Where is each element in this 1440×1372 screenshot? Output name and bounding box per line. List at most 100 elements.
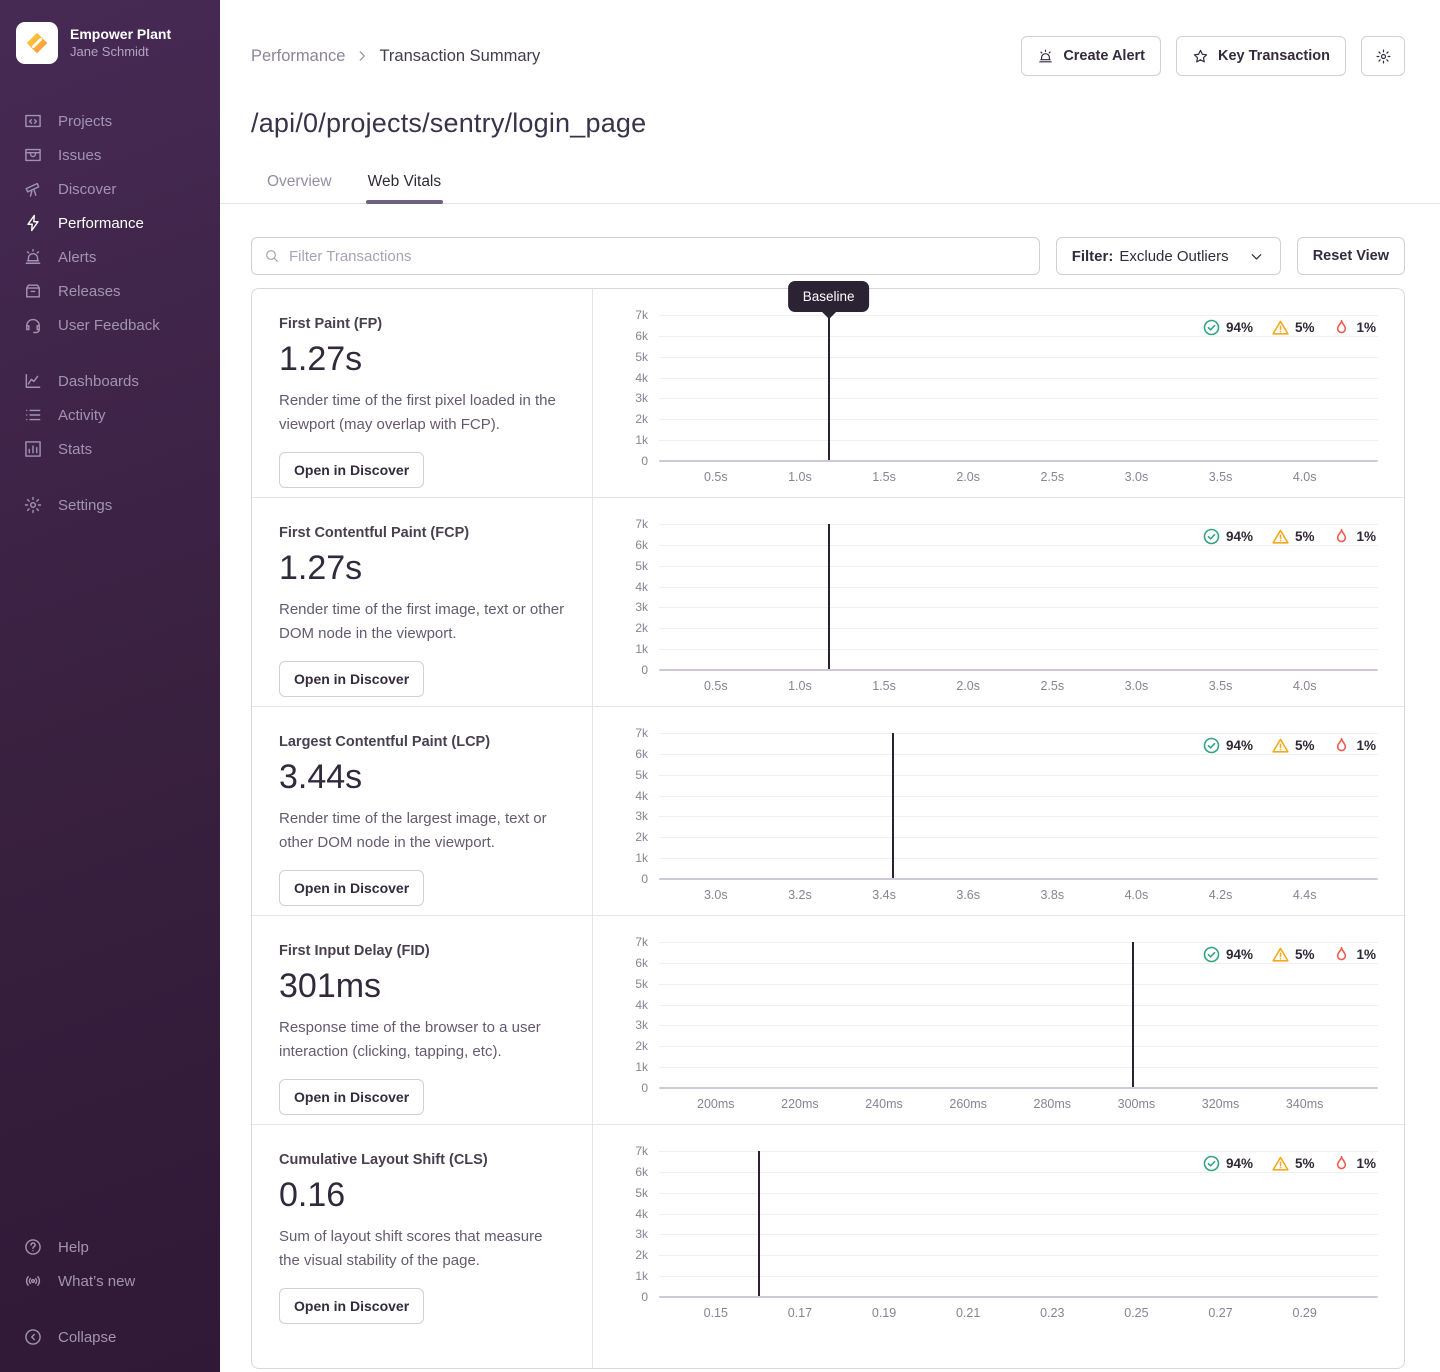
vital-name: First Input Delay (FID) <box>279 943 566 959</box>
flame-icon <box>1333 1155 1350 1172</box>
poor-rating: 1% <box>1333 319 1376 336</box>
sidebar-item-help[interactable]: Help <box>0 1230 220 1264</box>
vital-rating-legend: 94% 5% 1% <box>1203 528 1376 545</box>
histogram-bars <box>1007 942 1323 1088</box>
search-icon <box>264 248 280 264</box>
settings-icon <box>23 495 43 515</box>
x-axis-labels: 3.0s3.2s3.4s3.6s3.8s4.0s4.2s4.4s <box>659 879 1378 909</box>
vital-chart: 94% 5% 1% 7k6k5k4k3k2k1k0 Baseline <box>593 707 1404 915</box>
vital-info: Largest Contentful Paint (LCP) 3.44s Ren… <box>252 707 593 915</box>
sidebar-item-stats[interactable]: Stats <box>0 432 220 466</box>
x-axis-labels: 0.5s1.0s1.5s2.0s2.5s3.0s3.5s4.0s <box>659 461 1378 491</box>
alerts-icon <box>23 247 43 267</box>
issues-icon <box>23 145 43 165</box>
meh-rating: 5% <box>1272 946 1315 963</box>
search-input[interactable] <box>289 248 1027 265</box>
sidebar-nav-footer: Help What’s new <box>0 1230 220 1298</box>
vital-description: Response time of the browser to a user i… <box>279 1016 566 1064</box>
sidebar-item-alerts[interactable]: Alerts <box>0 240 220 274</box>
warning-triangle-icon <box>1272 737 1289 754</box>
poor-rating: 1% <box>1333 946 1376 963</box>
gear-icon <box>1375 48 1392 65</box>
activity-icon <box>23 405 43 425</box>
vital-value: 1.27s <box>279 549 566 588</box>
meh-rating: 5% <box>1272 528 1315 545</box>
breadcrumb-performance-link[interactable]: Performance <box>251 47 345 66</box>
page-title: /api/0/projects/sentry/login_page <box>251 108 1405 139</box>
sidebar-item-user-feedback[interactable]: User Feedback <box>0 308 220 342</box>
open-in-discover-button[interactable]: Open in Discover <box>279 1079 424 1115</box>
tab-web-vitals[interactable]: Web Vitals <box>366 165 444 203</box>
x-axis-labels: 0.150.170.190.210.230.250.270.29 <box>659 1297 1378 1327</box>
projects-icon <box>23 111 43 131</box>
vital-name: First Paint (FP) <box>279 316 566 332</box>
sidebar-item-issues[interactable]: Issues <box>0 138 220 172</box>
x-axis-labels: 200ms220ms240ms260ms280ms300ms320ms340ms <box>659 1088 1378 1118</box>
histogram-plot[interactable]: 7k6k5k4k3k2k1k0 Baseline <box>659 942 1378 1088</box>
open-in-discover-button[interactable]: Open in Discover <box>279 452 424 488</box>
key-transaction-button[interactable]: Key Transaction <box>1176 36 1346 76</box>
outliers-filter-dropdown[interactable]: Filter:Exclude Outliers <box>1056 237 1281 275</box>
sidebar-item-what-s-new[interactable]: What’s new <box>0 1264 220 1298</box>
vital-row: Cumulative Layout Shift (CLS) 0.16 Sum o… <box>252 1125 1404 1368</box>
transaction-settings-button[interactable] <box>1361 36 1405 76</box>
empower-plant-logo-icon <box>24 30 50 56</box>
vital-chart: 94% 5% 1% 7k6k5k4k3k2k1k0 Baseline <box>593 289 1404 497</box>
sidebar-item-activity[interactable]: Activity <box>0 398 220 432</box>
vital-chart: 94% 5% 1% 7k6k5k4k3k2k1k0 Baseline <box>593 1125 1404 1368</box>
vital-row: First Contentful Paint (FCP) 1.27s Rende… <box>252 498 1404 707</box>
meh-rating: 5% <box>1272 319 1315 336</box>
org-switcher[interactable]: Empower Plant Jane Schmidt <box>0 14 220 84</box>
check-circle-icon <box>1203 319 1220 336</box>
vital-value: 3.44s <box>279 758 566 797</box>
sidebar-item-projects[interactable]: Projects <box>0 104 220 138</box>
whats-new-icon <box>23 1271 43 1291</box>
vital-row: First Paint (FP) 1.27s Render time of th… <box>252 289 1404 498</box>
reset-view-button[interactable]: Reset View <box>1297 237 1405 275</box>
performance-icon <box>23 213 43 233</box>
sidebar-nav-primary: Projects Issues Discover Performance Ale… <box>0 104 220 342</box>
vital-name: Cumulative Layout Shift (CLS) <box>279 1152 566 1168</box>
meh-rating: 5% <box>1272 1155 1315 1172</box>
open-in-discover-button[interactable]: Open in Discover <box>279 1288 424 1324</box>
vital-name: First Contentful Paint (FCP) <box>279 525 566 541</box>
sidebar-item-releases[interactable]: Releases <box>0 274 220 308</box>
open-in-discover-button[interactable]: Open in Discover <box>279 870 424 906</box>
flame-icon <box>1333 946 1350 963</box>
stats-icon <box>23 439 43 459</box>
histogram-bars <box>700 524 1052 670</box>
dashboards-icon <box>23 371 43 391</box>
filter-transactions-search[interactable] <box>251 237 1040 275</box>
vital-rating-legend: 94% 5% 1% <box>1203 1155 1376 1172</box>
histogram-bars <box>683 1151 999 1297</box>
good-rating: 94% <box>1203 1155 1253 1172</box>
sidebar: Empower Plant Jane Schmidt Projects Issu… <box>0 0 220 1372</box>
poor-rating: 1% <box>1333 737 1376 754</box>
tab-bar: Overview Web Vitals <box>220 165 1440 204</box>
open-in-discover-button[interactable]: Open in Discover <box>279 661 424 697</box>
warning-triangle-icon <box>1272 528 1289 545</box>
histogram-plot[interactable]: 7k6k5k4k3k2k1k0 Baseline <box>659 315 1378 461</box>
good-rating: 94% <box>1203 946 1253 963</box>
baseline-marker <box>1132 942 1134 1088</box>
vital-rating-legend: 94% 5% 1% <box>1203 319 1376 336</box>
sidebar-item-performance[interactable]: Performance <box>0 206 220 240</box>
create-alert-button[interactable]: Create Alert <box>1021 36 1161 76</box>
histogram-plot[interactable]: 7k6k5k4k3k2k1k0 Baseline <box>659 1151 1378 1297</box>
histogram-plot[interactable]: 7k6k5k4k3k2k1k0 Baseline <box>659 524 1378 670</box>
sidebar-item-dashboards[interactable]: Dashboards <box>0 364 220 398</box>
sidebar-item-settings[interactable]: Settings <box>0 488 220 522</box>
sidebar-item-discover[interactable]: Discover <box>0 172 220 206</box>
histogram-plot[interactable]: 7k6k5k4k3k2k1k0 Baseline <box>659 733 1378 879</box>
collapse-icon <box>23 1327 43 1347</box>
help-icon <box>23 1237 43 1257</box>
vital-chart: 94% 5% 1% 7k6k5k4k3k2k1k0 Baseline <box>593 916 1404 1124</box>
tab-overview[interactable]: Overview <box>265 165 334 203</box>
warning-triangle-icon <box>1272 319 1289 336</box>
org-user: Jane Schmidt <box>70 44 171 60</box>
vital-name: Largest Contentful Paint (LCP) <box>279 734 566 750</box>
user-feedback-icon <box>23 315 43 335</box>
poor-rating: 1% <box>1333 1155 1376 1172</box>
siren-icon <box>1037 48 1054 65</box>
sidebar-item-collapse[interactable]: Collapse <box>0 1320 220 1354</box>
